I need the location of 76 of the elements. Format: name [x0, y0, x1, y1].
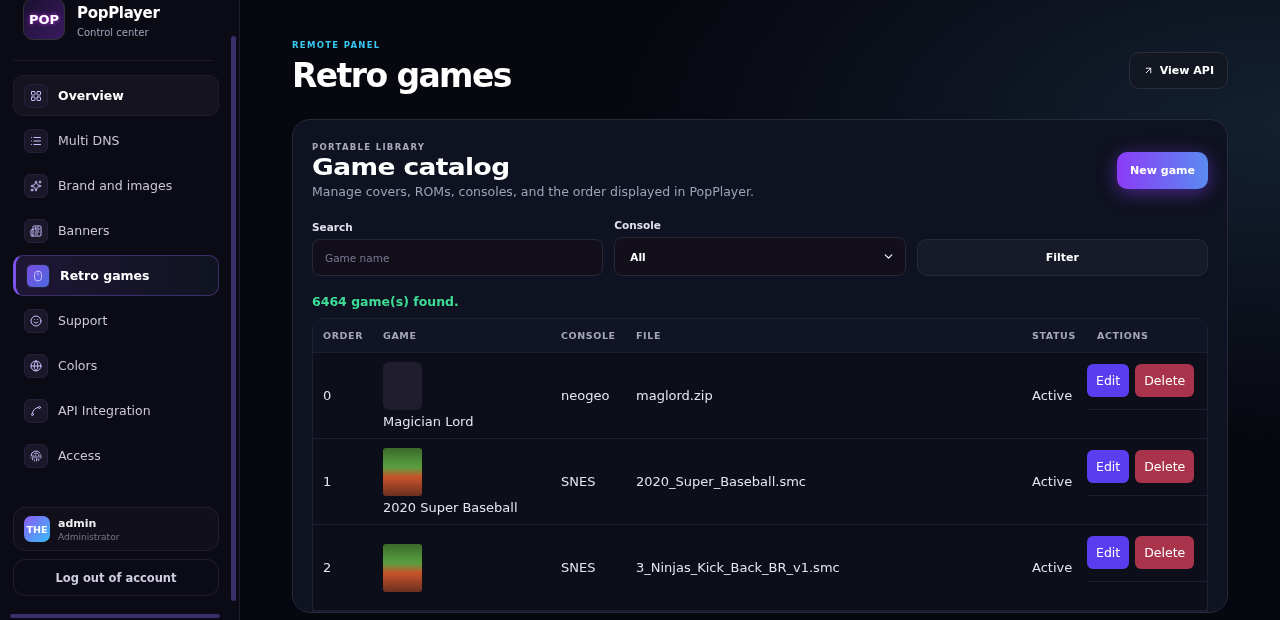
table-cell-text: 2020_Super_Baseball.smc	[635, 474, 807, 489]
sidebar-item-label: Access	[58, 448, 101, 463]
table-cell-text: Active	[1031, 474, 1074, 489]
sidebar-item[interactable]: API Integration	[13, 390, 219, 431]
photo-placeholder	[383, 448, 422, 496]
card-title: Game catalog	[312, 154, 511, 180]
mouse-icon	[26, 263, 50, 288]
sidebar-item-label: Colors	[58, 358, 98, 373]
card-eyebrow: PORTABLE LIBRARY	[312, 142, 427, 152]
sidebar-item-label: Multi DNS	[58, 133, 120, 148]
table-cell-text: SNES	[560, 560, 597, 575]
view-api-button[interactable]: View API	[1128, 52, 1228, 89]
sidebar-item-label: Overview	[58, 88, 124, 103]
page-eyebrow: REMOTE PANEL	[292, 40, 382, 50]
column-header: ACTIONS	[1096, 330, 1150, 341]
sidebar-item[interactable]: Overview	[13, 75, 219, 116]
column-header: STATUS	[1031, 330, 1077, 341]
table-cell-text: neogeo	[560, 388, 611, 403]
sidebar-item-label: Brand and images	[58, 178, 173, 193]
table-cell-text: Active	[1031, 388, 1074, 403]
logo-mark: POP	[28, 12, 60, 26]
search-field[interactable]: Game name	[312, 239, 604, 276]
brand-name: PopPlayer	[77, 4, 160, 22]
search-label: Search	[312, 221, 354, 233]
table-cell-text: Active	[1031, 560, 1074, 575]
card-description: Manage covers, ROMs, consoles, and the order displayed in PopPlayer.	[312, 184, 754, 199]
photo-placeholder	[383, 543, 422, 592]
console-select[interactable]: All	[614, 237, 906, 276]
column-header: ORDER	[322, 330, 365, 341]
new-game-button[interactable]: New game	[1117, 152, 1208, 189]
table-cell-text: maglord.zip	[635, 388, 714, 403]
table-cell-text: 1	[322, 474, 333, 489]
table-cell-text: SNES	[560, 474, 597, 489]
page-title: Retro games	[292, 56, 511, 95]
sidebar-item-label: Retro games	[60, 268, 150, 283]
sidebar-item[interactable]: Support	[13, 300, 219, 341]
delete-button[interactable]: Delete	[1135, 364, 1195, 397]
edit-button[interactable]: Edit	[1087, 536, 1130, 569]
delete-button[interactable]: Delete	[1135, 536, 1195, 569]
user-name: admin	[58, 516, 98, 530]
console-label: Console	[614, 219, 662, 231]
user-role: Administrator	[58, 531, 120, 542]
column-header: CONSOLE	[560, 330, 617, 341]
sidebar-item-label: Banners	[58, 223, 110, 238]
edit-button[interactable]: Edit	[1087, 450, 1130, 483]
scrollbar-thumb[interactable]	[231, 36, 236, 601]
sidebar-item[interactable]: Multi DNS	[13, 120, 219, 161]
column-header: GAME	[382, 330, 418, 341]
fingerprint-icon	[24, 443, 48, 468]
table-cell-text: 2	[322, 560, 333, 575]
sidebar-item-label: Support	[58, 313, 108, 328]
edit-button[interactable]: Edit	[1087, 364, 1130, 397]
user-avatar: THE	[24, 516, 50, 542]
filter-button[interactable]: Filter	[916, 239, 1208, 276]
delete-button[interactable]: Delete	[1135, 450, 1195, 483]
result-count: 6464 game(s) found.	[312, 294, 460, 309]
brand-subtitle: Control center	[77, 27, 150, 38]
globe-icon	[24, 353, 48, 378]
sidebar-item[interactable]: Brand and images	[13, 165, 219, 206]
grid-icon	[24, 83, 48, 108]
column-header: FILE	[635, 330, 662, 341]
smile-icon	[24, 308, 48, 333]
document-icon	[24, 218, 48, 243]
sparkle-icon	[24, 173, 48, 198]
table-cell-text: 0	[322, 388, 333, 403]
logout-button[interactable]: Log out of account	[13, 559, 219, 596]
table-cell-text: 3_Ninjas_Kick_Back_BR_v1.smc	[635, 560, 841, 575]
sidebar-item-label: API Integration	[58, 403, 151, 418]
sidebar-item[interactable]: Retro games	[13, 255, 219, 296]
sidebar-item[interactable]: Access	[13, 435, 219, 476]
sidebar-item[interactable]: Colors	[13, 345, 219, 386]
scrollbar-thumb[interactable]	[10, 614, 220, 618]
table-cell-text: 2020 Super Baseball	[383, 500, 519, 515]
list-icon	[24, 128, 48, 153]
table-cell-text: Magician Lord	[383, 414, 475, 429]
sidebar-item[interactable]: Banners	[13, 210, 219, 251]
